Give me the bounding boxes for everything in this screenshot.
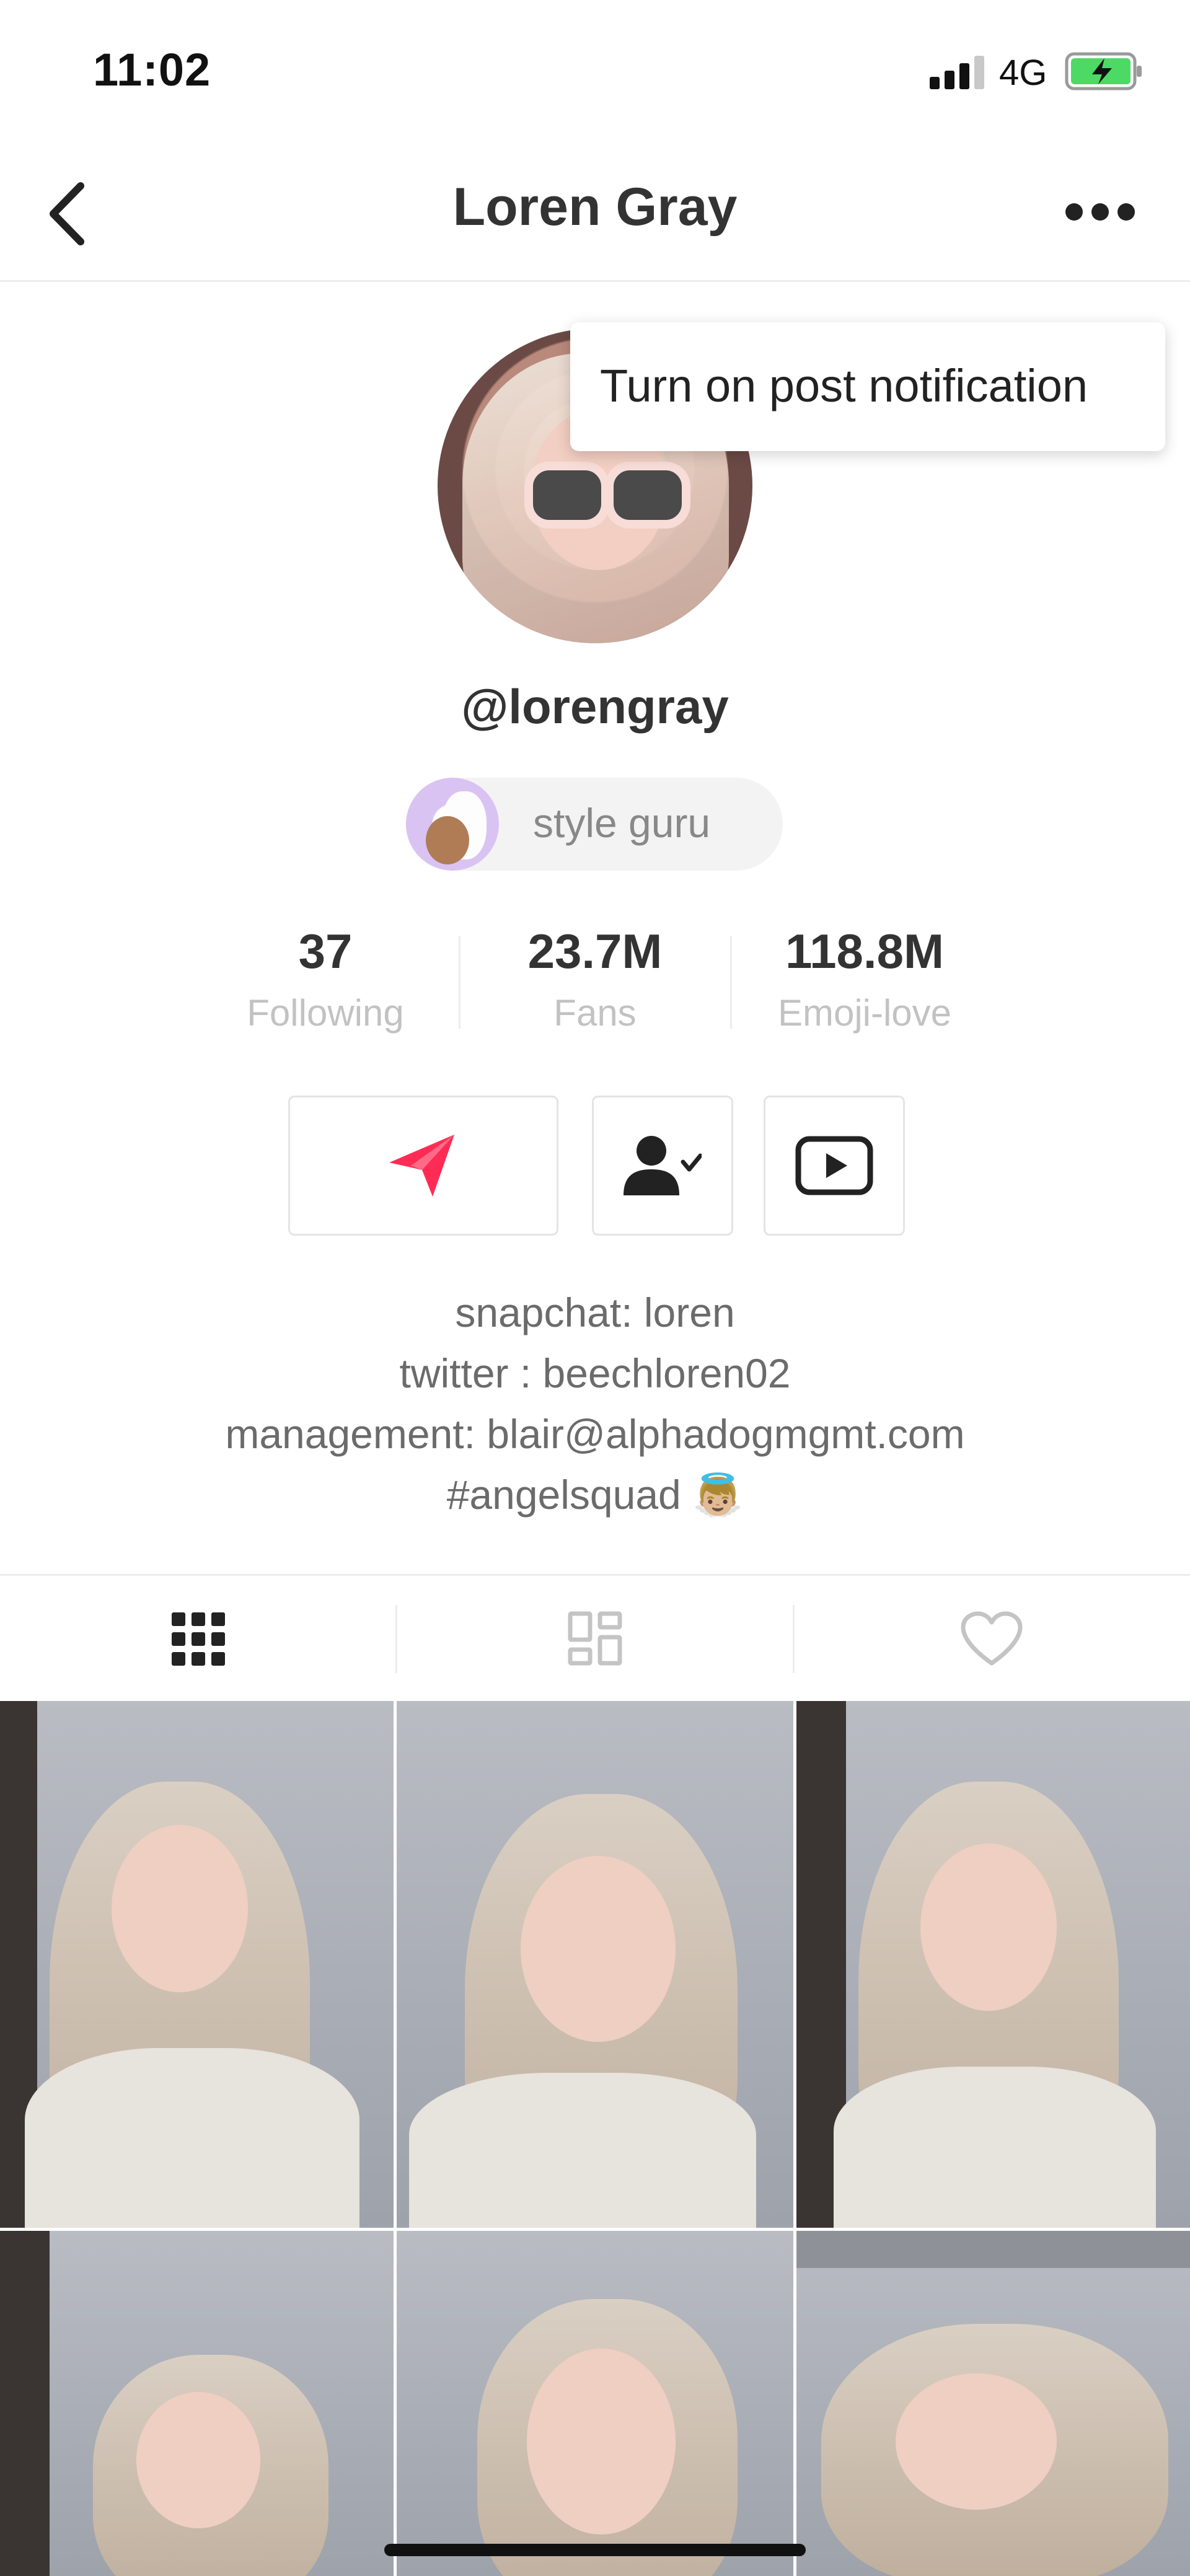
heart-icon bbox=[961, 1611, 1023, 1666]
youtube-play-icon bbox=[795, 1136, 873, 1195]
grid-icon bbox=[172, 1612, 225, 1666]
bio-line: snapchat: loren bbox=[455, 1290, 735, 1335]
emoji-love-count[interactable]: 118.8M bbox=[741, 923, 989, 980]
more-options-icon[interactable] bbox=[1063, 200, 1137, 224]
message-button[interactable] bbox=[288, 1096, 558, 1236]
bio-line: #angelsquad 👼🏼 bbox=[446, 1472, 744, 1518]
battery-charging-icon bbox=[1065, 52, 1142, 90]
fans-count[interactable]: 23.7M bbox=[471, 923, 719, 980]
stat-divider bbox=[730, 936, 732, 1029]
badge-label: style guru bbox=[533, 800, 711, 846]
home-indicator[interactable] bbox=[384, 2544, 806, 2556]
bio-line: twitter : beechloren02 bbox=[399, 1350, 791, 1396]
following-count[interactable]: 37 bbox=[201, 923, 449, 980]
video-thumbnail[interactable] bbox=[796, 1701, 1190, 2228]
status-time: 11:02 bbox=[93, 44, 211, 95]
nav-divider bbox=[0, 280, 1190, 282]
video-thumbnail[interactable] bbox=[0, 2231, 394, 2576]
popup-text[interactable]: Turn on post notification bbox=[600, 359, 1088, 412]
send-message-icon bbox=[389, 1135, 454, 1197]
bio-line[interactable]: management: blair@alphadogmgmt.com bbox=[0, 1410, 1190, 1457]
following-label[interactable]: Following bbox=[201, 991, 449, 1034]
section-divider bbox=[0, 1574, 1190, 1576]
tab-videos[interactable] bbox=[0, 1577, 397, 1700]
page-title: Loren Gray bbox=[452, 177, 738, 237]
network-type: 4G bbox=[999, 53, 1047, 93]
video-thumbnail[interactable] bbox=[397, 1701, 793, 2228]
video-thumbnail[interactable] bbox=[796, 2231, 1190, 2576]
fans-label[interactable]: Fans bbox=[471, 991, 719, 1034]
badge-avatar-icon bbox=[406, 778, 499, 871]
stat-divider bbox=[459, 936, 461, 1029]
user-check-icon bbox=[624, 1136, 702, 1195]
tab-duets[interactable] bbox=[397, 1577, 793, 1700]
following-button[interactable] bbox=[592, 1096, 733, 1236]
dashboard-icon bbox=[568, 1611, 622, 1666]
youtube-button[interactable] bbox=[764, 1096, 905, 1236]
video-thumbnail[interactable] bbox=[0, 1701, 394, 2228]
emoji-love-label[interactable]: Emoji-love bbox=[741, 991, 989, 1034]
video-thumbnail[interactable] bbox=[397, 2231, 793, 2576]
tab-liked[interactable] bbox=[793, 1577, 1190, 1700]
username: @lorengray bbox=[461, 679, 729, 734]
signal-icon bbox=[930, 56, 984, 89]
